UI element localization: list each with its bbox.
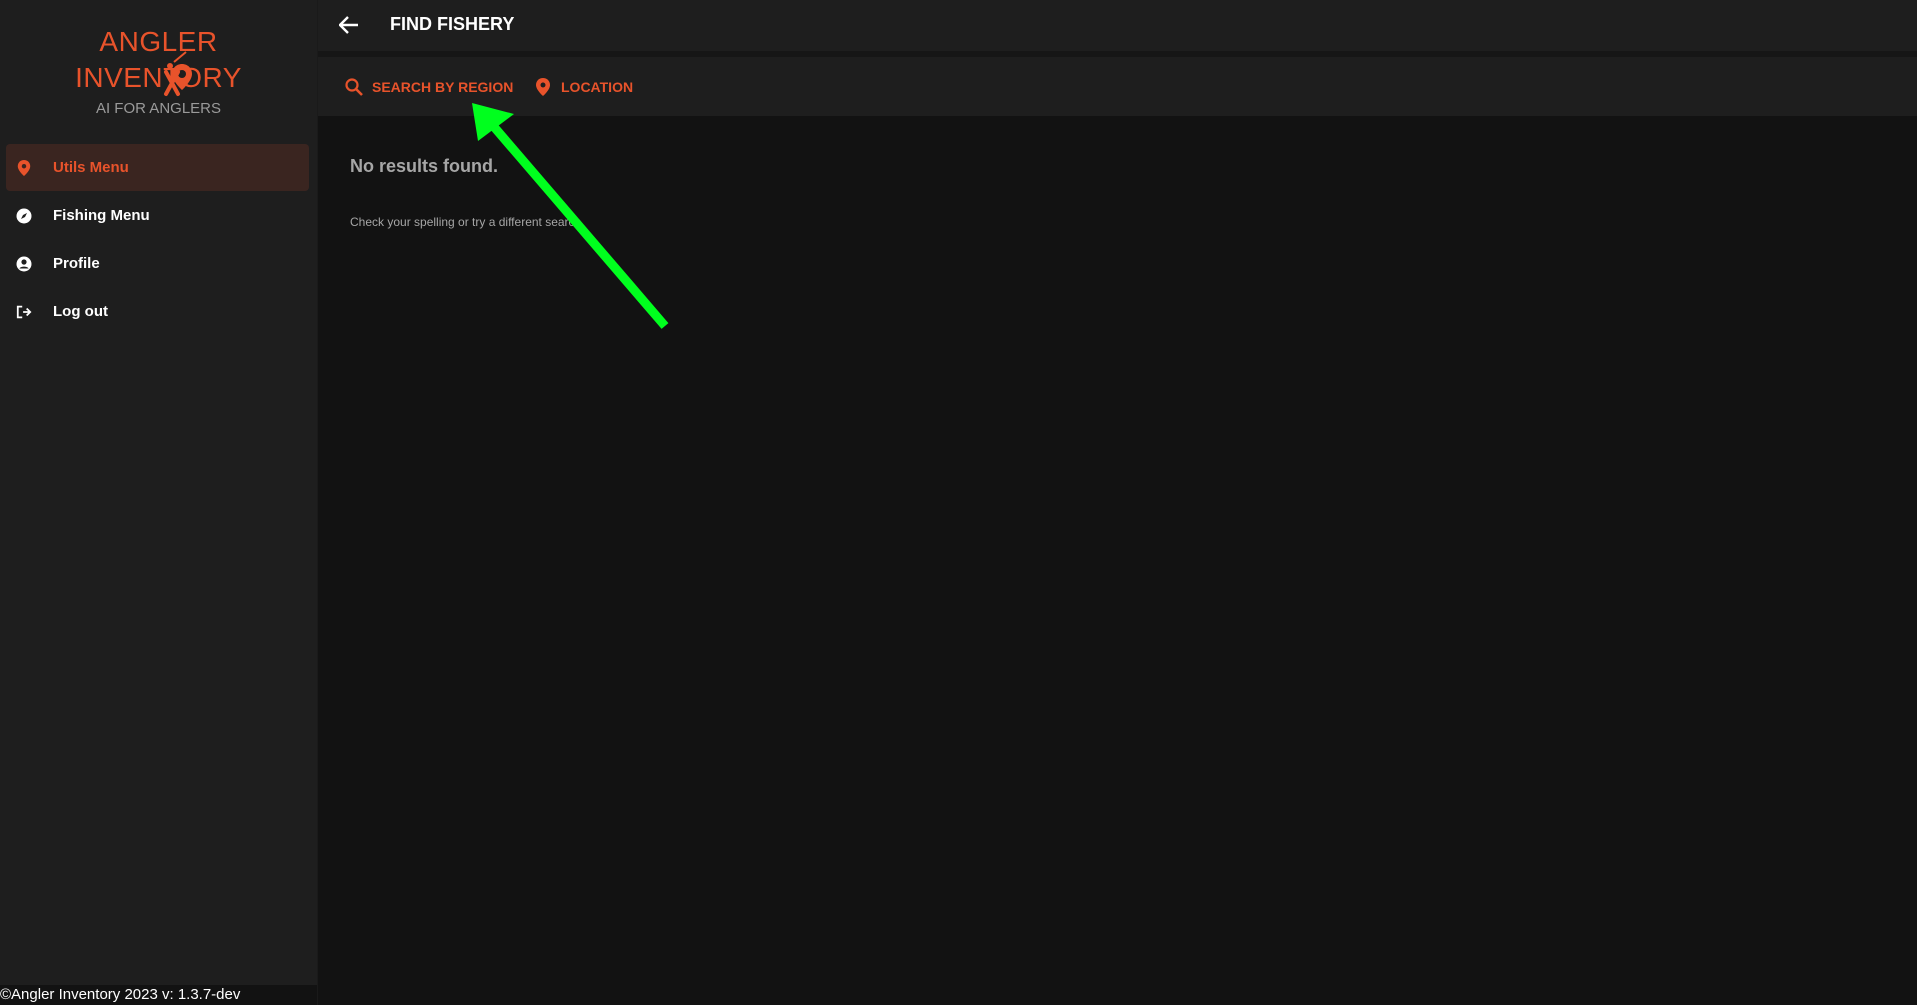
sidebar-item-profile[interactable]: Profile (6, 240, 309, 287)
page-title: FIND FISHERY (390, 14, 515, 34)
empty-state-title: No results found. (350, 156, 498, 176)
version-footer: ©Angler Inventory 2023 v: 1.3.7-dev (0, 985, 317, 1005)
tab-location[interactable]: LOCATION (533, 77, 633, 97)
arrow-left-icon (339, 16, 358, 34)
logo-pin-figure-icon (164, 51, 192, 96)
search-tabs: SEARCH BY REGION LOCATION (318, 57, 1917, 116)
sidebar-item-label: Log out (53, 303, 108, 320)
logo-tagline: AI FOR ANGLERS (95, 100, 222, 117)
sidebar-item-fishing-menu[interactable]: Fishing Menu (6, 192, 309, 239)
tab-label: SEARCH BY REGION (372, 79, 514, 95)
sidebar-item-label: Utils Menu (53, 159, 129, 176)
sidebar: ANGLER INVENTORY AI FOR ANGLERS Utils Me… (0, 0, 318, 1005)
logo: ANGLER INVENTORY AI FOR ANGLERS (0, 24, 317, 117)
tab-label: LOCATION (561, 79, 634, 95)
search-icon (344, 77, 364, 97)
app-root: ANGLER INVENTORY AI FOR ANGLERS Utils Me… (0, 0, 1917, 1005)
back-button[interactable] (336, 12, 362, 38)
map-pin-icon (533, 77, 553, 97)
header: FIND FISHERY (318, 0, 1917, 57)
logout-icon (16, 304, 32, 320)
compass-icon (16, 208, 32, 224)
empty-state-hint: Check your spelling or try a different s… (350, 215, 585, 229)
sidebar-item-label: Profile (53, 255, 100, 272)
results-panel: No results found. Check your spelling or… (318, 116, 1917, 1005)
sidebar-item-utils-menu[interactable]: Utils Menu (6, 144, 309, 191)
user-circle-icon (16, 256, 32, 272)
sidebar-item-logout[interactable]: Log out (6, 288, 309, 335)
map-pin-icon (16, 159, 32, 176)
sidebar-nav: Utils Menu Fishing Menu Profile Log out (6, 144, 309, 336)
tab-search-by-region[interactable]: SEARCH BY REGION (344, 77, 513, 97)
sidebar-item-label: Fishing Menu (53, 207, 150, 224)
